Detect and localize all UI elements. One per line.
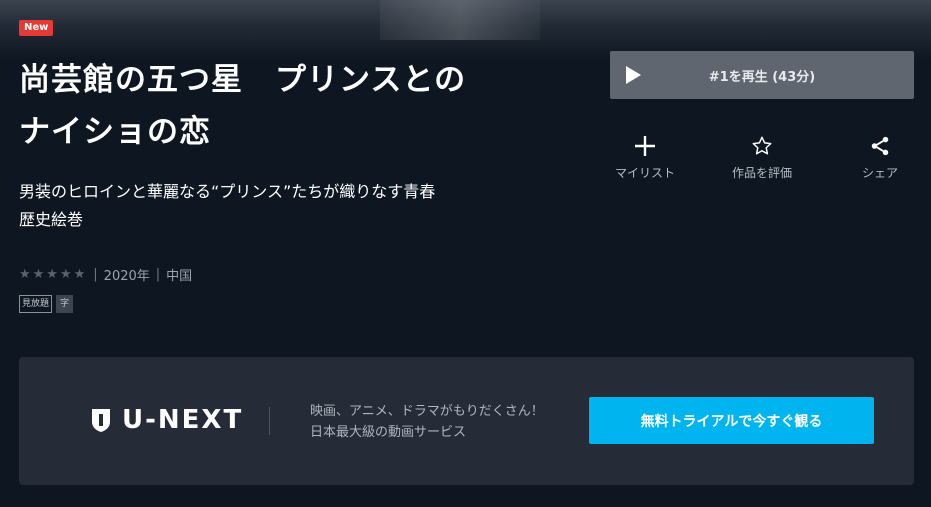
rate-button[interactable]: 作品を評価: [712, 128, 812, 181]
banner-text-line-2: 日本最大級の動画サービス: [310, 425, 467, 440]
title-line-1: 尚芸館の五つ星 プリンスとの: [19, 62, 467, 98]
logo-text: U-NEXT: [122, 405, 244, 435]
meta-info: ★★★★★ | 2020年 | 中国: [19, 265, 192, 284]
play-episode-button[interactable]: #1を再生 (43分): [610, 51, 914, 99]
rate-label: 作品を評価: [731, 166, 792, 180]
play-icon: [626, 66, 641, 84]
banner-divider: [269, 407, 270, 435]
new-badge: New: [19, 20, 54, 36]
release-year: 2020年: [103, 269, 150, 284]
share-label: シェア: [861, 166, 898, 180]
share-button[interactable]: シェア: [830, 128, 930, 181]
country: 中国: [166, 269, 193, 284]
plus-icon: [595, 128, 695, 164]
mylist-button[interactable]: マイリスト: [595, 128, 695, 181]
signup-banner: U-NEXT 映画、アニメ、ドラマがもりだくさん！ 日本最大級の動画サービス 無…: [19, 357, 914, 485]
meta-separator: |: [155, 267, 161, 282]
rating-stars: ★★★★★: [19, 267, 88, 282]
star-outline-icon: [712, 128, 812, 164]
banner-text-line-1: 映画、アニメ、ドラマがもりだくさん！: [310, 404, 544, 419]
unext-logo: U-NEXT: [90, 405, 243, 435]
catchcopy-line-1: 男装のヒロインと華麗なる“プリンス”たちが織りなす青春: [19, 182, 436, 201]
unext-shield-icon: [92, 409, 110, 432]
banner-description: 映画、アニメ、ドラマがもりだくさん！ 日本最大級の動画サービス: [310, 401, 544, 443]
tag-list: 見放題 字: [19, 295, 74, 313]
unlimited-tag: 見放題: [19, 295, 53, 313]
page-title: 尚芸館の五つ星 プリンスとの ナイショの恋: [19, 54, 559, 158]
share-icon: [830, 128, 930, 164]
mylist-label: マイリスト: [614, 166, 675, 180]
title-line-2: ナイショの恋: [19, 114, 211, 150]
action-bar: マイリスト 作品を評価 シェア: [610, 128, 914, 188]
play-label: #1を再生 (43分): [708, 69, 816, 85]
meta-separator: |: [93, 267, 98, 282]
catchcopy-line-2: 歴史絵巻: [19, 210, 84, 229]
subtitle-tag: 字: [56, 295, 74, 313]
free-trial-button[interactable]: 無料トライアルで今すぐ観る: [589, 397, 874, 444]
catchcopy: 男装のヒロインと華麗なる“プリンス”たちが織りなす青春 歴史絵巻: [19, 178, 519, 234]
